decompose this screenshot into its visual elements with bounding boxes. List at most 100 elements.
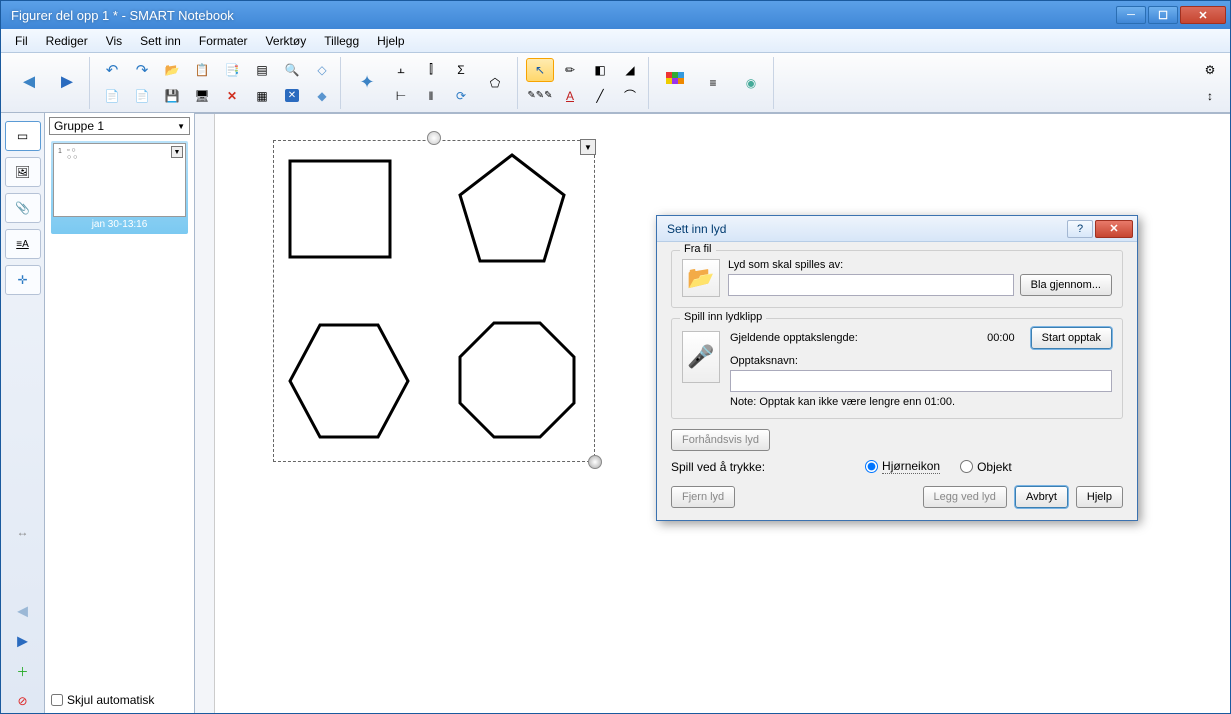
x2-button[interactable]: ✕ (278, 84, 306, 108)
rotate-handle[interactable] (427, 131, 441, 145)
record-button[interactable]: ✦ (349, 65, 385, 101)
copy-button[interactable]: 📑 (218, 58, 246, 82)
eraser2-button[interactable]: ⌒ (616, 84, 644, 108)
open-button[interactable]: 📂 (158, 58, 186, 82)
page-icon: ▭ (17, 129, 28, 143)
side-tabs: ▭ 🖼 📎 ≡A ✛ ↔ ◄ ► ＋ ⊘ (1, 113, 45, 713)
line-button[interactable]: ╱ (586, 84, 614, 108)
group-select[interactable]: Gruppe 1 ▼ (49, 117, 190, 135)
object-radio-input[interactable] (960, 460, 973, 473)
maximize-button[interactable]: ☐ (1148, 6, 1178, 24)
menu-fil[interactable]: Fil (7, 32, 36, 50)
redo-button[interactable]: ↷ (128, 58, 156, 82)
magnify-button[interactable]: 🔍 (278, 58, 306, 82)
undo-button[interactable]: ↶ (98, 58, 126, 82)
selection-menu[interactable]: ▼ (580, 139, 596, 155)
paste-button[interactable]: 📋 (188, 58, 216, 82)
cancel-button[interactable]: Avbryt (1015, 486, 1068, 508)
menu-rediger[interactable]: Rediger (38, 32, 96, 50)
properties-icon: ≡ (709, 76, 716, 90)
hide-auto-checkbox[interactable] (51, 694, 63, 706)
tab-addons[interactable]: ✛ (5, 265, 41, 295)
corner-radio-input[interactable] (865, 460, 878, 473)
menu-formater[interactable]: Formater (191, 32, 256, 50)
fill-icon: ◢ (625, 63, 634, 77)
move-toolbar-button[interactable]: ↕ (1196, 84, 1224, 108)
group-label: Gruppe 1 (54, 119, 104, 133)
del-page-nav[interactable]: ⊘ (9, 689, 37, 713)
menu-hjelp[interactable]: Hjelp (369, 32, 412, 50)
corner-icon-radio[interactable]: Hjørneikon (865, 459, 940, 474)
thumb-menu[interactable]: ▼ (171, 146, 183, 158)
sigma-button[interactable]: Σ (447, 58, 475, 82)
menu-vis[interactable]: Vis (98, 32, 130, 50)
properties-button[interactable]: ≡ (695, 65, 731, 101)
file-path-input[interactable] (728, 274, 1014, 296)
tab-attachments[interactable]: 📎 (5, 193, 41, 223)
minimize-button[interactable]: ─ (1116, 6, 1146, 24)
save-button[interactable]: 💾 (158, 84, 186, 108)
eraser-button[interactable]: ◧ (586, 58, 614, 82)
next-page-nav[interactable]: ► (9, 629, 37, 653)
tab-gallery[interactable]: 🖼 (5, 157, 41, 187)
table-button[interactable]: ▦ (248, 84, 276, 108)
menu-tillegg[interactable]: Tillegg (316, 32, 367, 50)
square-shape[interactable] (288, 159, 398, 269)
refresh-button[interactable]: ⟳ (447, 84, 475, 108)
align-top-button[interactable]: ⫠ (387, 58, 415, 82)
swap-sides-button[interactable]: ↔ (5, 517, 41, 547)
settings-button[interactable]: ⚙ (1196, 58, 1224, 82)
forward-button[interactable]: ► (49, 65, 85, 101)
screen-button[interactable]: 🖥 (188, 84, 216, 108)
pentagon-shape[interactable] (454, 151, 574, 271)
add-page-button[interactable]: 📄 (98, 84, 126, 108)
arrow-left2-icon: ◄ (14, 601, 32, 622)
attach-sound-button[interactable]: Legg ved lyd (923, 486, 1007, 508)
fill-button[interactable]: ◢ (616, 58, 644, 82)
delete-button[interactable]: ✕ (218, 84, 246, 108)
page-thumbnail[interactable]: 1 ▫ ○○ ○ ▼ jan 30-13:16 (51, 141, 188, 234)
shapes2-button[interactable]: ◆ (308, 84, 336, 108)
hexagon-shape[interactable] (284, 317, 414, 447)
add-page-nav[interactable]: ＋ (9, 659, 37, 683)
close-button[interactable]: ✕ (1180, 6, 1226, 24)
menu-settinn[interactable]: Sett inn (132, 32, 189, 50)
tab-pages[interactable]: ▭ (5, 121, 41, 151)
menu-verktoy[interactable]: Verktøy (258, 32, 315, 50)
arrow-right2-icon: ► (14, 631, 32, 652)
object-radio[interactable]: Objekt (960, 460, 1012, 474)
back-button[interactable]: ◄ (11, 65, 47, 101)
selection-box[interactable]: ▼ (273, 140, 595, 462)
align-v-button[interactable]: ⫿ (417, 58, 445, 82)
object-radio-label: Objekt (977, 460, 1012, 474)
tab-text-props[interactable]: ≡A (5, 229, 41, 259)
screenshade-button[interactable]: ▤ (248, 58, 276, 82)
gear-icon: ⚙ (1205, 63, 1216, 77)
octagon-shape[interactable] (452, 317, 582, 447)
picture-icon: 🖼 (15, 165, 30, 179)
browse-button[interactable]: Bla gjennom... (1020, 274, 1112, 296)
prev-page-nav[interactable]: ◄ (9, 599, 37, 623)
align-left-button[interactable]: ⊢ (387, 84, 415, 108)
dialog-help-button[interactable]: ? (1067, 220, 1093, 238)
recording-name-input[interactable] (730, 370, 1112, 392)
delete-page-button[interactable]: 📄 (128, 84, 156, 108)
text-button[interactable]: ✏ (556, 58, 584, 82)
transparency-button[interactable]: ◉ (733, 65, 769, 101)
color-button[interactable] (657, 65, 693, 101)
record-group: Spill inn lydklipp 🎤 Gjeldende opptaksle… (671, 318, 1123, 419)
dialog-titlebar[interactable]: Sett inn lyd ? ✕ (657, 216, 1137, 242)
start-record-button[interactable]: Start opptak (1031, 327, 1112, 349)
resize-handle[interactable] (588, 455, 602, 469)
textA-button[interactable]: A (556, 84, 584, 108)
help-button[interactable]: Hjelp (1076, 486, 1123, 508)
pens-button[interactable]: ✎✎✎ (526, 84, 554, 108)
align-h-button[interactable]: ‖ (417, 84, 445, 108)
polygon-button[interactable]: ⬠ (477, 65, 513, 101)
dialog-close-button[interactable]: ✕ (1095, 220, 1133, 238)
select-button[interactable]: ↖ (526, 58, 554, 82)
remove-sound-button[interactable]: Fjern lyd (671, 486, 735, 508)
shapes1-button[interactable]: ◇ (308, 58, 336, 82)
preview-sound-button[interactable]: Forhåndsvis lyd (671, 429, 770, 451)
recording-note: Note: Opptak kan ikke være lengre enn 01… (730, 396, 1112, 408)
